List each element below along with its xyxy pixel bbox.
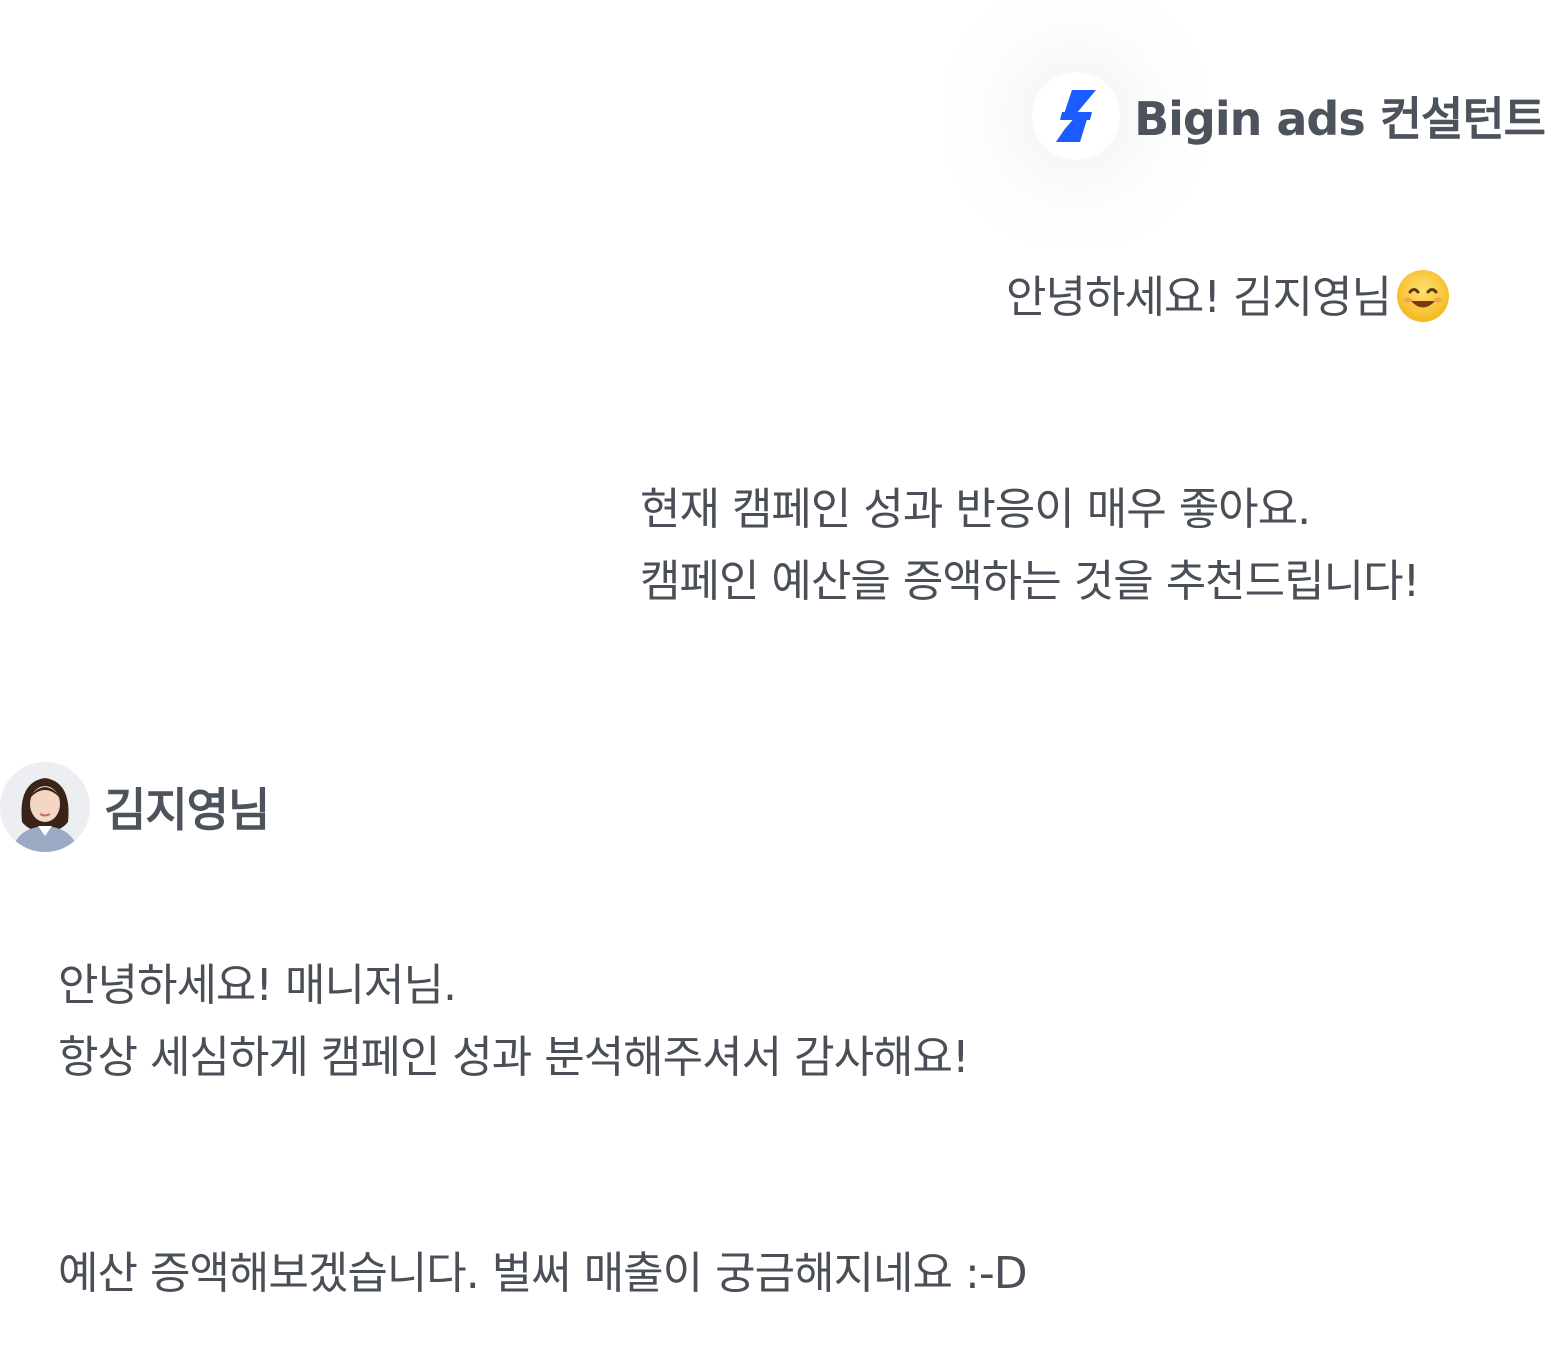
consultant-header: Bigin ads 컨설턴트 <box>1032 72 1546 160</box>
smiling-face-emoji <box>1396 270 1449 322</box>
message-text: 안녕하세요! 김지영님 <box>1006 272 1392 323</box>
message-line: 현재 캠페인 성과 반응이 매우 좋아요. <box>640 484 1311 535</box>
lightning-bolt-icon <box>1056 90 1097 142</box>
user-message-budget: 예산 증액해보겠습니다. 벌써 매출이 궁금해지네요 :-D <box>58 1238 1028 1310</box>
consultant-message-greeting: 안녕하세요! 김지영님 <box>1006 262 1451 334</box>
user-avatar <box>0 762 90 852</box>
user-message-thanks: 안녕하세요! 매니저님. 항상 세심하게 캠페인 성과 분석해주셔서 감사해요! <box>58 950 970 1094</box>
consultant-avatar <box>1032 72 1121 160</box>
user-name: 김지영님 <box>104 783 270 837</box>
message-line: 항상 세심하게 캠페인 성과 분석해주셔서 감사해요! <box>58 1032 970 1083</box>
consultant-message-recommendation: 현재 캠페인 성과 반응이 매우 좋아요. 캠페인 예산을 증액하는 것을 추천… <box>640 474 1420 618</box>
user-header: 김지영님 <box>0 762 270 852</box>
user-photo <box>0 762 90 852</box>
message-line: 안녕하세요! 매니저님. <box>58 960 457 1011</box>
consultant-name: Bigin ads 컨설턴트 <box>1134 92 1546 146</box>
message-text: 예산 증액해보겠습니다. 벌써 매출이 궁금해지네요 :-D <box>58 1248 1028 1299</box>
message-line: 캠페인 예산을 증액하는 것을 추천드립니다! <box>640 556 1420 607</box>
